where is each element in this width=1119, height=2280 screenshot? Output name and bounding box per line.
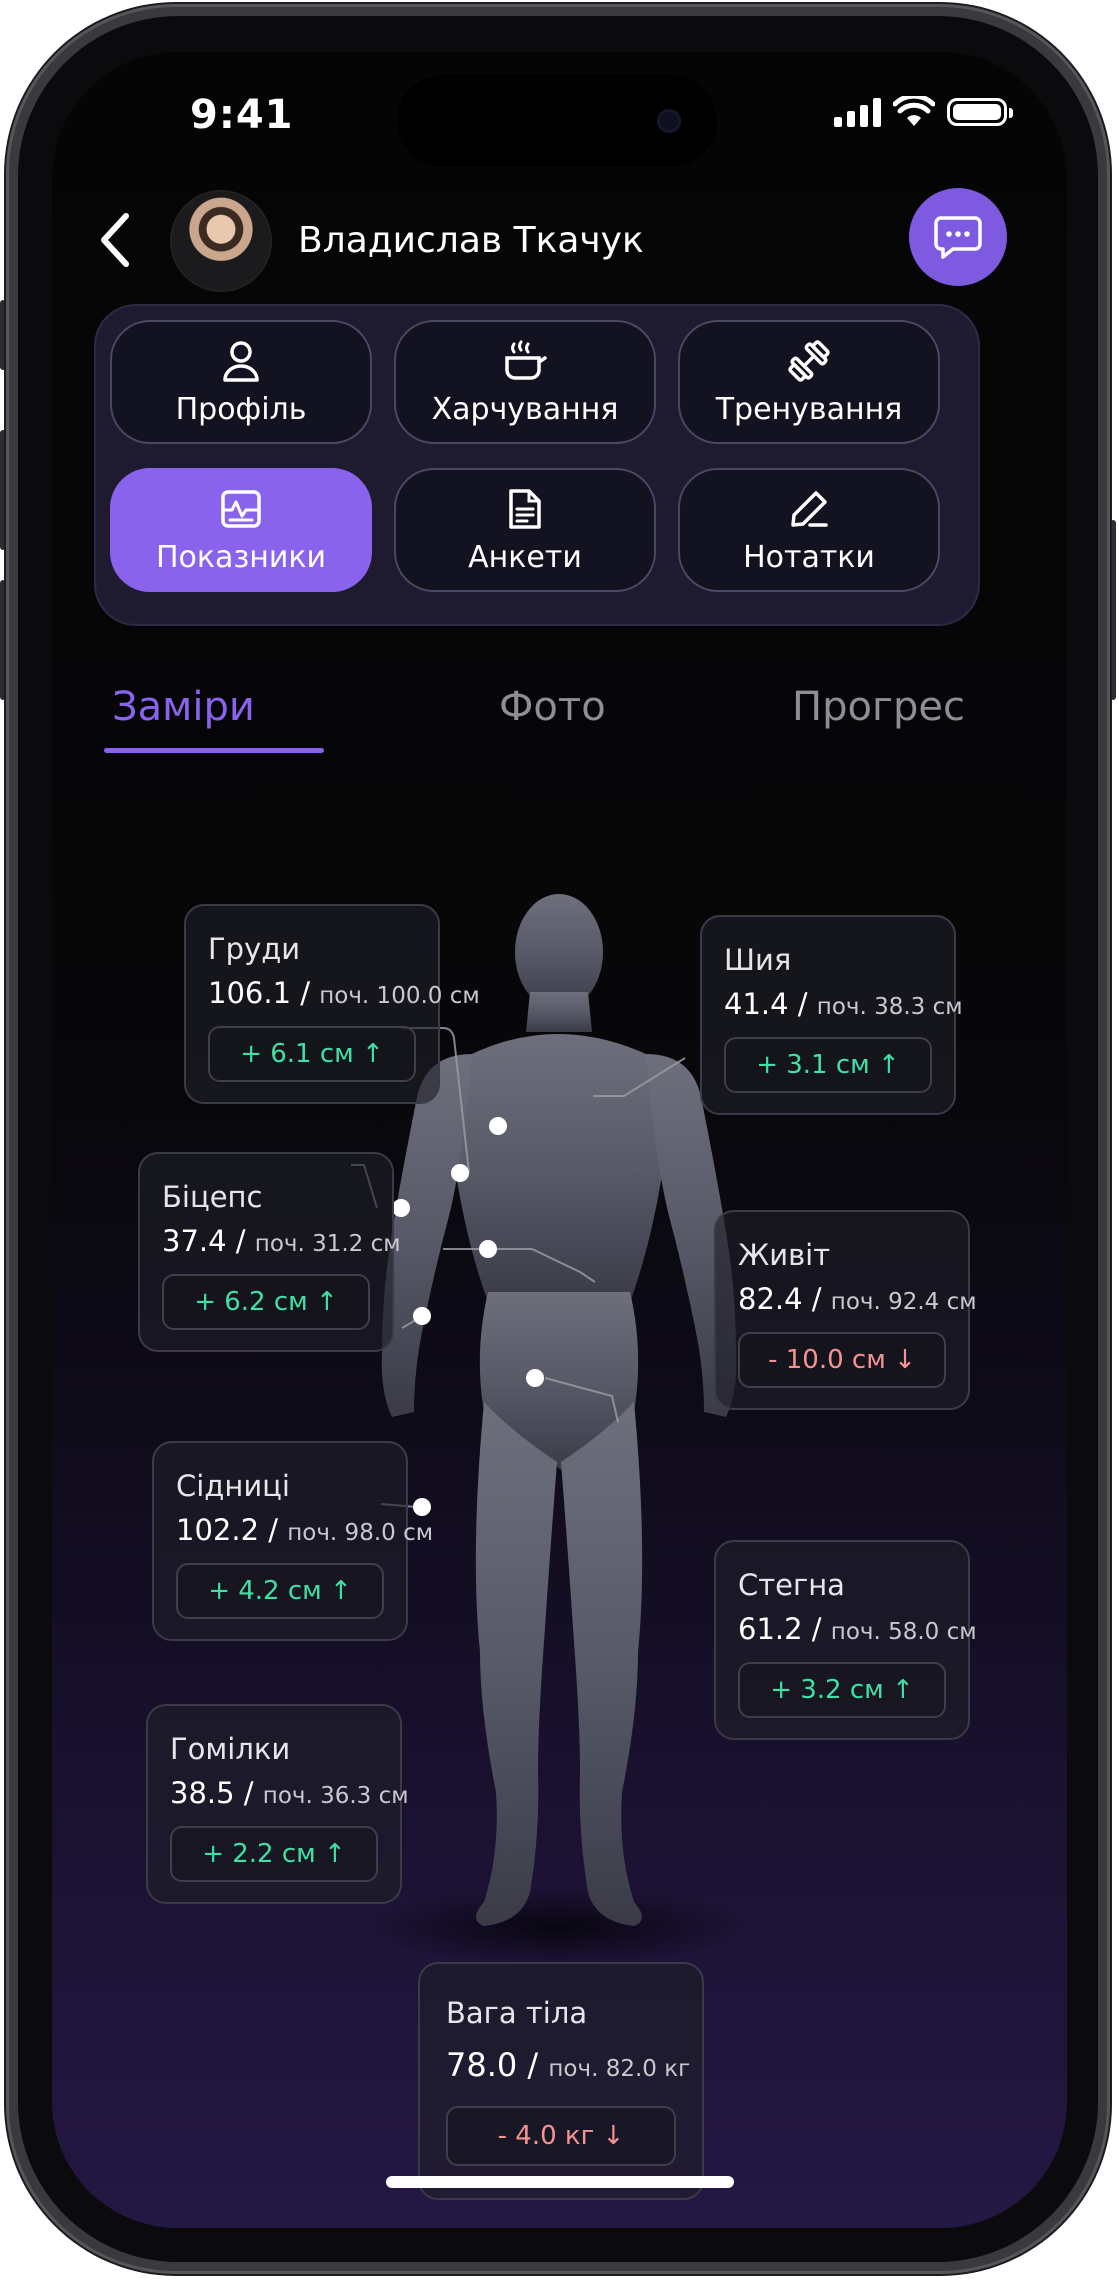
card-title: Шия	[724, 943, 792, 977]
menu-item-label: Нотатки	[743, 539, 875, 575]
measurement-card-neck[interactable]: Шия 41.4 / поч. 38.3 см + 3.1 см ↑	[700, 915, 963, 1115]
card-title: Живіт	[738, 1238, 831, 1272]
card-value: 38.5 /	[170, 1776, 254, 1810]
point-thighs[interactable]	[526, 1369, 544, 1387]
card-title: Сідниці	[176, 1469, 290, 1503]
cellular-signal-icon	[834, 97, 881, 127]
section-menu: Профіль Харчування Тренування Показники …	[94, 304, 980, 626]
measurement-card-calves[interactable]: Гомілки 38.5 / поч. 36.3 см + 2.2 см ↑	[146, 1704, 409, 1904]
card-title: Біцепс	[162, 1180, 263, 1214]
card-title: Груди	[208, 932, 301, 966]
tab-progress[interactable]: Прогрес	[792, 684, 965, 730]
chat-button[interactable]	[909, 188, 1007, 286]
menu-item-nutrition[interactable]: Харчування	[394, 320, 656, 444]
menu-item-label: Профіль	[175, 391, 307, 427]
status-time: 9:41	[190, 92, 294, 138]
card-delta: + 3.2 см ↑	[738, 1662, 946, 1718]
card-start-value: поч. 98.0 см	[287, 1520, 434, 1546]
card-value: 102.2 /	[176, 1513, 279, 1547]
card-title: Стегна	[738, 1568, 845, 1602]
card-value: 106.1 /	[208, 976, 311, 1010]
menu-item-label: Показники	[155, 539, 327, 575]
point-biceps[interactable]	[392, 1199, 410, 1217]
menu-item-label: Харчування	[431, 391, 619, 427]
card-start-value: поч. 82.0 кг	[548, 2056, 691, 2082]
card-delta: + 4.2 см ↑	[176, 1563, 384, 1619]
card-delta: + 2.2 см ↑	[170, 1826, 378, 1882]
point-belly[interactable]	[479, 1240, 497, 1258]
back-button[interactable]	[82, 202, 152, 282]
pencil-icon	[791, 490, 828, 527]
card-title: Вага тіла	[446, 1996, 588, 2030]
card-start-value: поч. 92.4 см	[830, 1289, 977, 1315]
card-delta: + 6.2 см ↑	[162, 1274, 370, 1330]
user-name: Владислав Ткачук	[298, 220, 644, 261]
card-value: 41.4 /	[724, 987, 808, 1021]
measurements-view: Груди 106.1 / поч. 100.0 см + 6.1 см ↑ Ш…	[52, 792, 1067, 2200]
card-start-value: поч. 31.2 см	[254, 1231, 401, 1257]
tab-measurements[interactable]: Заміри	[112, 684, 255, 730]
menu-item-training[interactable]: Тренування	[678, 320, 940, 444]
dumbbell-icon	[788, 339, 830, 382]
tab-photo[interactable]: Фото	[499, 684, 606, 730]
card-value: 82.4 /	[738, 1282, 822, 1316]
status-icons	[834, 96, 1013, 128]
chat-bubble-icon	[934, 216, 982, 259]
metrics-icon	[221, 489, 261, 528]
status-bar: 9:41	[52, 52, 1067, 182]
card-start-value: поч. 36.3 см	[262, 1783, 409, 1809]
card-value: 78.0 /	[446, 2046, 539, 2084]
card-delta: + 6.1 см ↑	[208, 1026, 416, 1082]
menu-item-label: Анкети	[468, 539, 582, 575]
card-value: 37.4 /	[162, 1224, 246, 1258]
card-title: Гомілки	[170, 1732, 291, 1766]
measurement-card-thighs[interactable]: Стегна 61.2 / поч. 58.0 см + 3.2 см ↑	[714, 1540, 977, 1740]
card-start-value: поч. 58.0 см	[830, 1619, 977, 1645]
measurement-card-biceps[interactable]: Біцепс 37.4 / поч. 31.2 см + 6.2 см ↑	[138, 1152, 401, 1352]
measurement-card-chest[interactable]: Груди 106.1 / поч. 100.0 см + 6.1 см ↑	[184, 904, 480, 1104]
document-icon	[509, 488, 541, 529]
measurement-card-weight[interactable]: Вага тіла 78.0 / поч. 82.0 кг - 4.0 кг ↓	[418, 1962, 704, 2200]
card-start-value: поч. 100.0 см	[319, 983, 480, 1009]
active-tab-indicator	[104, 748, 324, 753]
header: Владислав Ткачук	[52, 188, 1067, 312]
menu-item-metrics[interactable]: Показники	[110, 468, 372, 592]
chevron-left-icon	[101, 213, 129, 267]
menu-item-questionnaires[interactable]: Анкети	[394, 468, 656, 592]
card-delta: - 4.0 кг ↓	[446, 2106, 676, 2166]
wifi-icon	[893, 96, 935, 126]
card-delta: - 10.0 см ↓	[738, 1332, 946, 1388]
home-indicator[interactable]	[386, 2176, 734, 2188]
app-screen: 9:41 Владислав Ткачук Профіль Харчування…	[52, 52, 1067, 2228]
measurement-card-glutes[interactable]: Сідниці 102.2 / поч. 98.0 см + 4.2 см ↑	[152, 1441, 433, 1641]
tab-bar: Заміри Фото Прогрес	[52, 684, 1067, 764]
card-start-value: поч. 38.3 см	[816, 994, 963, 1020]
menu-item-label: Тренування	[715, 391, 903, 427]
menu-item-profile[interactable]: Профіль	[110, 320, 372, 444]
measurement-card-belly[interactable]: Живіт 82.4 / поч. 92.4 см - 10.0 см ↓	[714, 1210, 977, 1410]
power-button[interactable]	[1110, 520, 1116, 700]
point-neck[interactable]	[489, 1117, 507, 1135]
point-glutes[interactable]	[413, 1307, 431, 1325]
point-chest[interactable]	[451, 1164, 469, 1182]
menu-item-notes[interactable]: Нотатки	[678, 468, 940, 592]
battery-icon	[947, 98, 1013, 126]
avatar[interactable]	[172, 192, 270, 290]
user-icon	[223, 340, 259, 382]
cooking-pot-icon	[505, 340, 547, 380]
dynamic-island	[397, 75, 717, 167]
front-camera-icon	[657, 109, 681, 133]
card-delta: + 3.1 см ↑	[724, 1037, 932, 1093]
point-calves[interactable]	[413, 1498, 431, 1516]
card-value: 61.2 /	[738, 1612, 822, 1646]
